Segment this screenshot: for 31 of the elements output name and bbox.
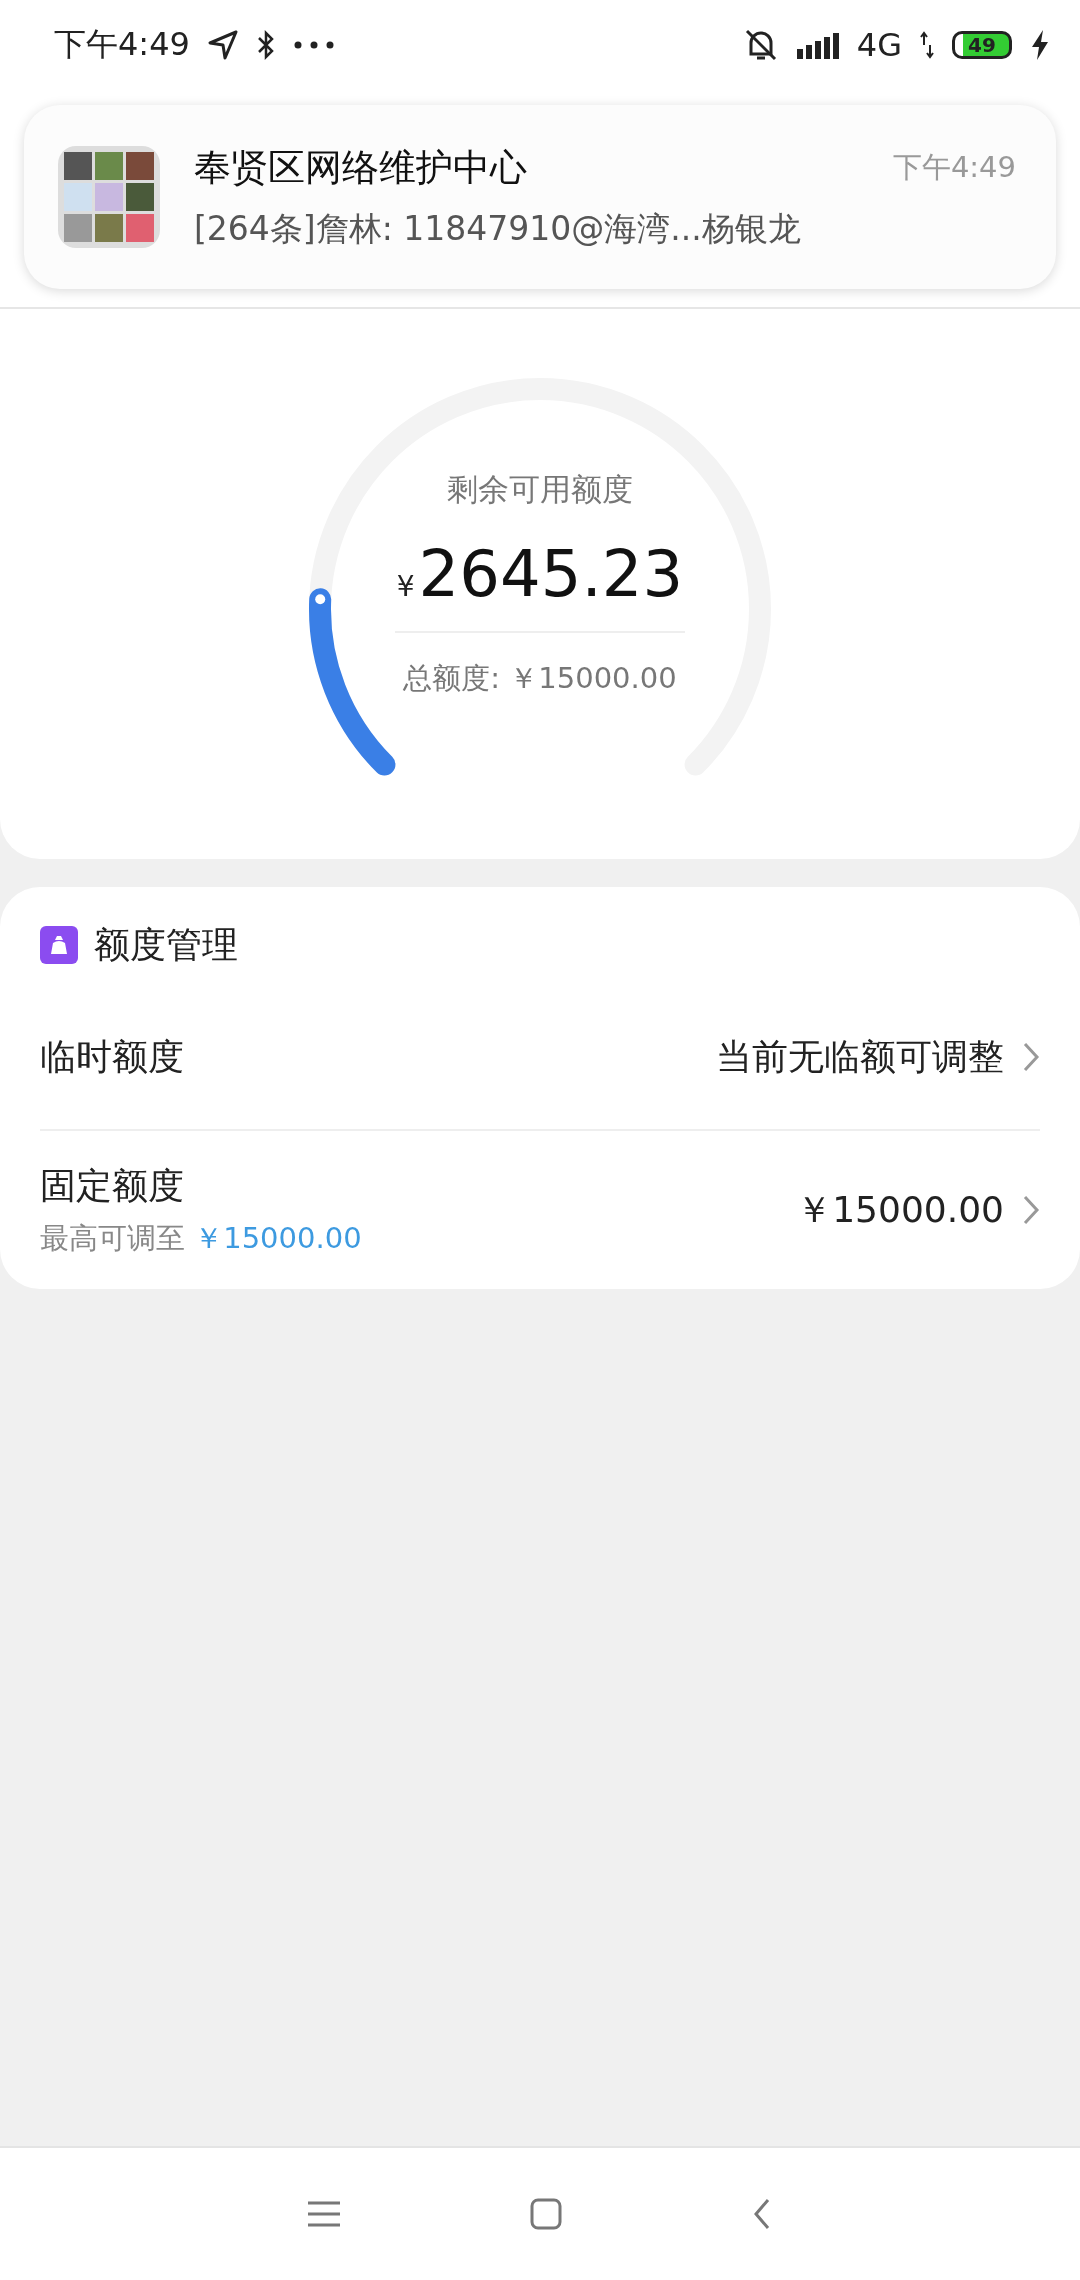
data-arrows-icon [920, 31, 934, 59]
chevron-right-icon [1022, 1041, 1040, 1073]
section-title: 额度管理 [94, 922, 238, 967]
limit-row[interactable]: 固定额度 最高可调至 ￥15000.00 ￥15000.00 [40, 1129, 1040, 1289]
available-amount: 2645.23 [418, 537, 684, 611]
network-type: 4G [856, 26, 902, 64]
row-value: 当前无临额可调整 [716, 1034, 1004, 1079]
limit-row[interactable]: 临时额度 当前无临额可调整 [40, 985, 1040, 1129]
bluetooth-icon [255, 29, 276, 61]
signal-icon [796, 31, 839, 59]
total-limit: 总额度: ￥15000.00 [403, 660, 677, 697]
battery-level: 49 [952, 31, 1012, 59]
more-icon [293, 41, 334, 49]
menu-icon[interactable] [308, 2201, 340, 2227]
gauge-label: 剩余可用额度 [447, 470, 633, 509]
row-value: ￥15000.00 [796, 1187, 1004, 1232]
location-arrow-icon [207, 30, 238, 60]
home-icon[interactable] [530, 2198, 562, 2230]
notification-banner[interactable]: 奉贤区网络维护中心 下午4:49 [264条]詹林: 11847910@海湾...杨银龙 [24, 105, 1056, 289]
bag-icon [40, 926, 78, 964]
max-adjust-note: 最高可调至 ￥15000.00 [40, 1219, 363, 1257]
status-time: 下午4:49 [54, 24, 190, 65]
currency-symbol: ¥ [396, 570, 415, 603]
chevron-right-icon [1022, 1194, 1040, 1226]
notification-message: [264条]詹林: 11847910@海湾...杨银龙 [194, 207, 802, 250]
row-label: 固定额度 [40, 1163, 185, 1208]
back-icon[interactable] [752, 2197, 772, 2231]
notification-title: 奉贤区网络维护中心 [194, 144, 528, 191]
row-label: 临时额度 [40, 1034, 185, 1079]
notification-time: 下午4:49 [892, 148, 1016, 186]
charging-bolt-icon [1030, 29, 1050, 61]
